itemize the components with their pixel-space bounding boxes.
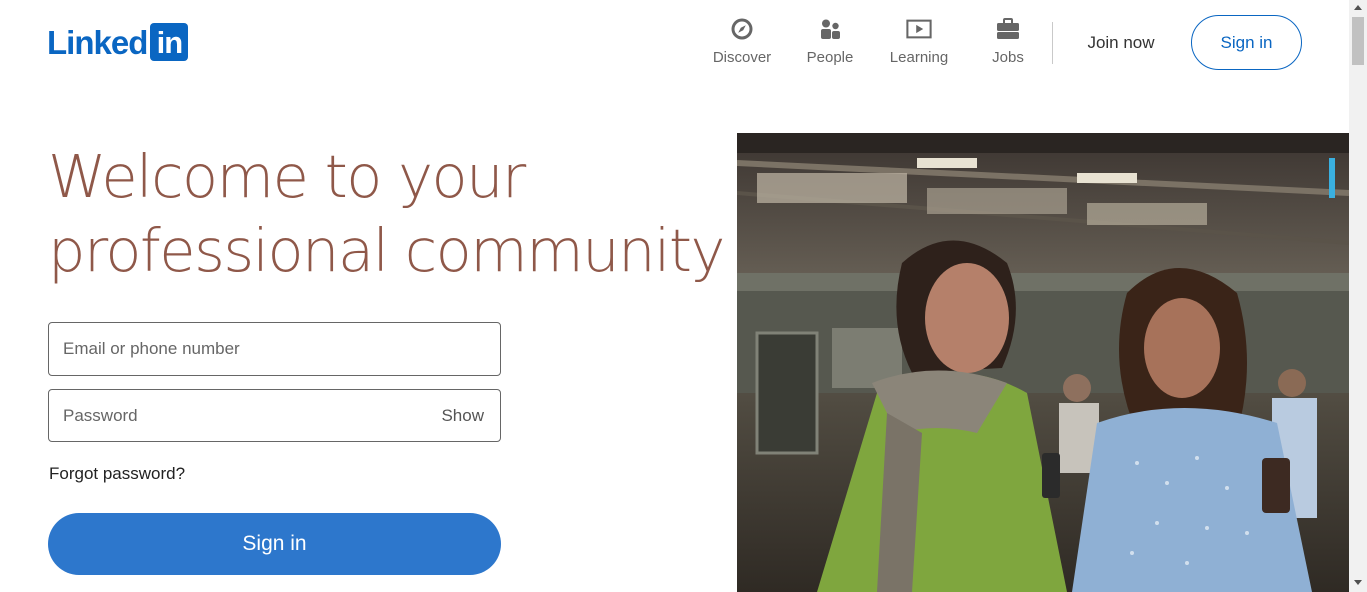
nav-item-jobs[interactable]: Jobs <box>968 16 1048 72</box>
people-icon <box>817 16 843 42</box>
nav-item-discover[interactable]: Discover <box>702 16 782 72</box>
email-field[interactable] <box>48 322 501 376</box>
page-scrollbar[interactable] <box>1349 0 1367 592</box>
password-input[interactable] <box>49 390 500 441</box>
email-input[interactable] <box>49 323 500 375</box>
join-now-link[interactable]: Join now <box>1068 30 1174 56</box>
nav-label-jobs: Jobs <box>992 49 1024 66</box>
scroll-thumb[interactable] <box>1352 17 1364 65</box>
briefcase-icon <box>995 16 1021 42</box>
logo-in-box: in <box>150 23 189 61</box>
hero-photo <box>737 133 1349 592</box>
video-play-icon <box>906 16 932 42</box>
page-title: Welcome to your professional community <box>48 140 725 288</box>
linkedin-login-page: Linked in Discover People Learning Jobs … <box>0 0 1367 592</box>
nav-label-discover: Discover <box>712 49 772 66</box>
forgot-password-link[interactable]: Forgot password? <box>49 462 185 486</box>
sign-in-button[interactable]: Sign in <box>48 513 501 575</box>
nav-label-people: People <box>806 49 854 66</box>
nav-item-learning[interactable]: Learning <box>879 16 959 72</box>
nav-item-people[interactable]: People <box>790 16 870 72</box>
title-line-1: Welcome to your <box>48 142 526 211</box>
logo-wordmark: Linked <box>47 23 148 61</box>
password-field[interactable]: Show <box>48 389 501 442</box>
title-line-2: professional community <box>48 216 725 285</box>
scroll-down-arrow-icon[interactable] <box>1354 580 1362 585</box>
scroll-up-arrow-icon[interactable] <box>1354 5 1362 10</box>
show-password-button[interactable]: Show <box>441 390 484 441</box>
nav-label-learning: Learning <box>889 49 949 66</box>
nav-divider <box>1052 22 1053 64</box>
compass-icon <box>729 16 755 42</box>
linkedin-logo[interactable]: Linked in <box>47 22 189 62</box>
header-sign-in-button[interactable]: Sign in <box>1191 15 1302 70</box>
